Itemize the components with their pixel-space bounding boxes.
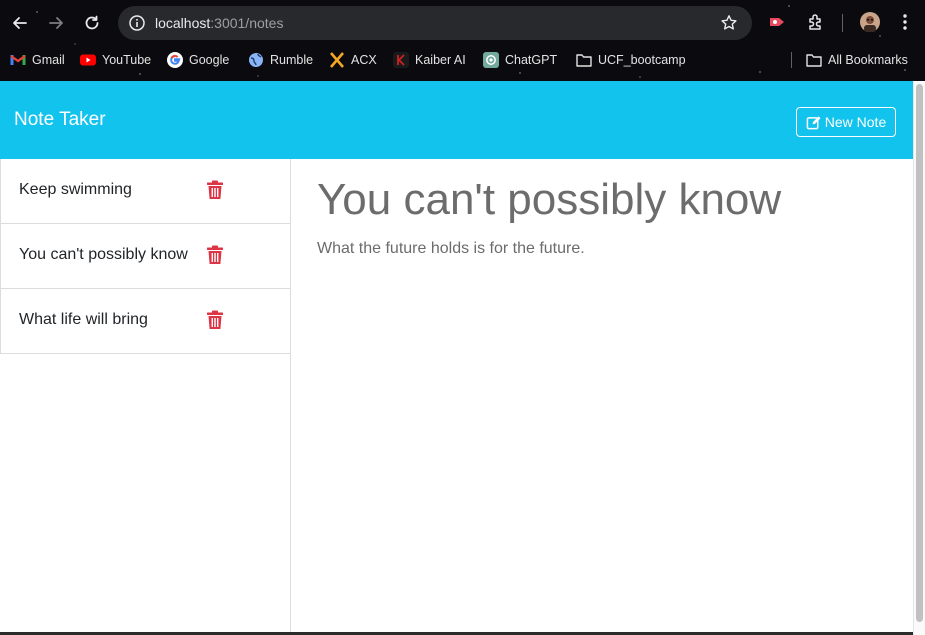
address-bar[interactable]: localhost:3001/notes xyxy=(118,6,752,40)
bookmark-label: ChatGPT xyxy=(505,53,558,67)
profile-avatar[interactable] xyxy=(859,11,881,33)
arrow-right-icon xyxy=(49,17,63,29)
bookmarks-bar: Gmail YouTube Google Rumble ACX Kaiber A… xyxy=(0,49,925,71)
site-info-icon[interactable] xyxy=(128,14,146,32)
trash-icon[interactable] xyxy=(206,245,224,265)
new-note-label: New Note xyxy=(824,114,887,130)
toolbar-divider xyxy=(842,14,843,32)
bookmark-google[interactable]: Google xyxy=(167,49,229,71)
folder-icon xyxy=(576,52,592,68)
bookmark-label: UCF_bootcamp xyxy=(598,53,686,67)
bookmark-kaiber[interactable]: Kaiber AI xyxy=(393,49,466,71)
browser-chrome: localhost:3001/notes Gmail YouTube Googl… xyxy=(0,0,925,81)
bookmark-label: Google xyxy=(189,53,230,67)
bookmark-chatgpt[interactable]: ChatGPT xyxy=(483,49,557,71)
browser-menu-icon[interactable] xyxy=(894,11,916,33)
kaiber-icon xyxy=(393,52,409,68)
reload-button[interactable] xyxy=(80,11,104,35)
page-scrollbar[interactable] xyxy=(913,81,925,635)
bookmarks-separator xyxy=(791,52,792,68)
note-title[interactable]: Keep swimming xyxy=(19,181,132,199)
scrollbar-thumb[interactable] xyxy=(916,84,923,622)
trash-icon[interactable] xyxy=(206,180,224,200)
note-list-item[interactable]: You can't possibly know xyxy=(0,224,290,289)
page-viewport: Note Taker New Note Keep swimming You ca… xyxy=(0,81,913,635)
url-path: :3001/notes xyxy=(210,15,284,31)
bookmark-acx[interactable]: ACX xyxy=(329,49,377,71)
url-host: localhost xyxy=(155,15,211,31)
note-list-item[interactable]: What life will bring xyxy=(0,289,290,354)
globe-icon xyxy=(248,52,264,68)
all-bookmarks-button[interactable]: All Bookmarks xyxy=(806,49,908,71)
star-icon[interactable] xyxy=(720,14,738,32)
arrow-left-icon xyxy=(13,17,27,29)
bookmark-label: ACX xyxy=(351,53,377,67)
note-title[interactable]: What life will bring xyxy=(19,311,148,329)
extension-record-icon[interactable] xyxy=(767,11,789,33)
bookmark-gmail[interactable]: Gmail xyxy=(10,49,65,71)
brand-title[interactable]: Note Taker xyxy=(14,109,106,131)
all-bookmarks-label: All Bookmarks xyxy=(828,53,908,67)
gmail-icon xyxy=(10,52,26,68)
bookmark-rumble[interactable]: Rumble xyxy=(248,49,313,71)
youtube-icon xyxy=(80,52,96,68)
edit-icon xyxy=(806,115,821,129)
note-text-area[interactable]: What the future holds is for the future. xyxy=(317,240,585,258)
bookmark-label: Gmail xyxy=(32,53,65,67)
forward-button[interactable] xyxy=(44,11,68,35)
bookmark-label: Kaiber AI xyxy=(415,53,466,67)
notes-sidebar: Keep swimming You can't possibly know Wh… xyxy=(0,159,291,635)
new-note-button[interactable]: New Note xyxy=(796,107,896,137)
folder-icon xyxy=(806,52,822,68)
note-title-input[interactable]: You can't possibly know xyxy=(317,175,781,225)
google-icon xyxy=(167,52,183,68)
trash-icon[interactable] xyxy=(206,310,224,330)
bookmark-ucf-bootcamp[interactable]: UCF_bootcamp xyxy=(576,49,686,71)
back-button[interactable] xyxy=(8,11,32,35)
bookmark-label: YouTube xyxy=(102,53,152,67)
bookmark-youtube[interactable]: YouTube xyxy=(80,49,151,71)
chatgpt-icon xyxy=(483,52,499,68)
url-text: localhost:3001/notes xyxy=(155,15,283,31)
reload-icon xyxy=(85,15,99,30)
note-list-item[interactable]: Keep swimming xyxy=(0,159,290,224)
bookmark-label: Rumble xyxy=(270,53,314,67)
acx-icon xyxy=(329,52,345,68)
note-title[interactable]: You can't possibly know xyxy=(19,246,188,264)
extensions-puzzle-icon[interactable] xyxy=(805,11,827,33)
app-navbar: Note Taker New Note xyxy=(0,81,913,159)
